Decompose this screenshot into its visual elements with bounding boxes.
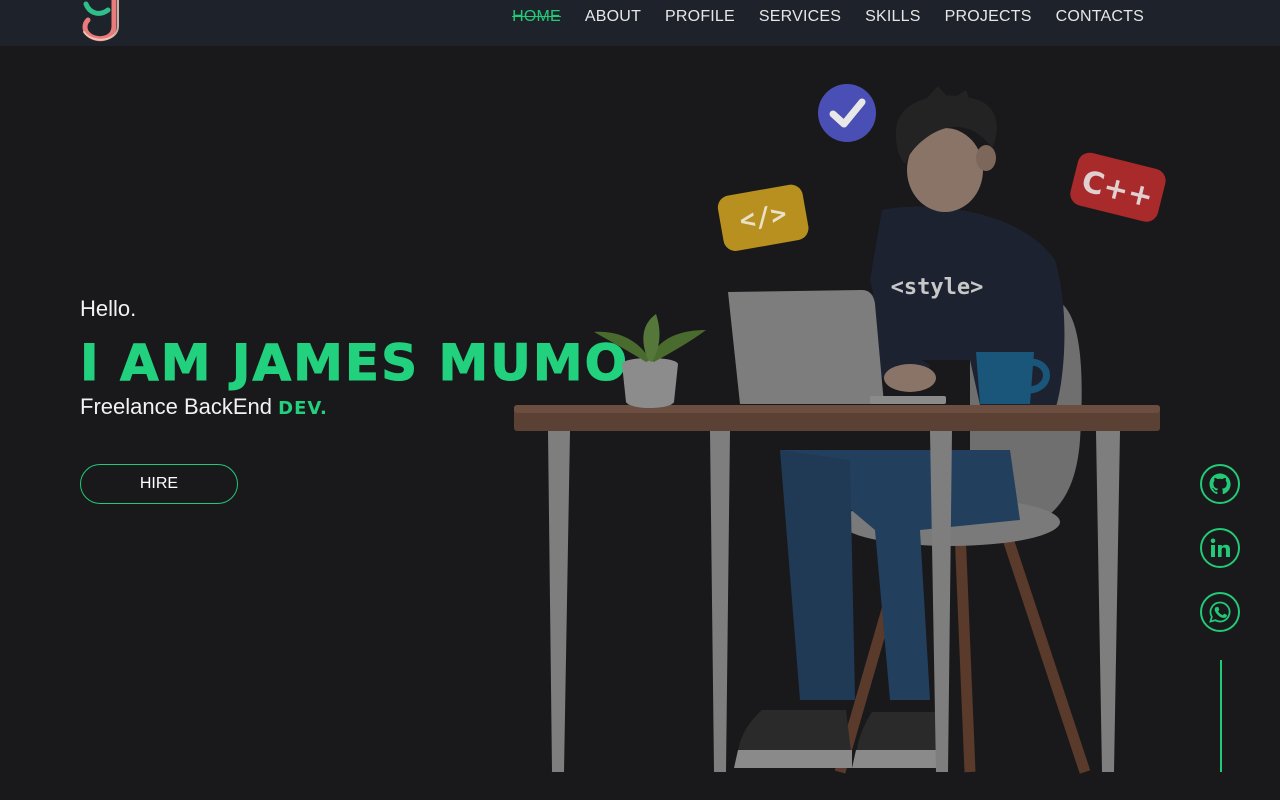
- main-nav: HOME ABOUT PROFILE SERVICES SKILLS PROJE…: [512, 0, 1144, 34]
- hire-button[interactable]: HIRE: [80, 464, 238, 504]
- nav-contacts[interactable]: CONTACTS: [1056, 8, 1144, 26]
- linkedin-link[interactable]: [1200, 528, 1240, 568]
- logo-icon[interactable]: [78, 0, 130, 46]
- nav-about[interactable]: ABOUT: [585, 8, 641, 26]
- hero-tagline: Freelance BackEnd DEV.: [80, 394, 328, 420]
- github-link[interactable]: [1200, 464, 1240, 504]
- cpp-badge-icon: C++: [1070, 152, 1166, 222]
- github-icon: [1209, 473, 1231, 495]
- hero-tagline-text: Freelance BackEnd: [80, 394, 272, 419]
- nav-profile[interactable]: PROFILE: [665, 8, 735, 26]
- nav-services[interactable]: SERVICES: [759, 8, 841, 26]
- linkedin-icon: [1210, 538, 1230, 557]
- social-divider-line: [1220, 660, 1222, 772]
- whatsapp-icon: [1209, 601, 1231, 623]
- navbar: HOME ABOUT PROFILE SERVICES SKILLS PROJE…: [0, 0, 1280, 46]
- nav-home[interactable]: HOME: [512, 8, 561, 26]
- developer-illustration: </> C++ <style>: [514, 84, 1166, 774]
- code-badge-icon: </>: [717, 184, 809, 251]
- hero-greeting: Hello.: [80, 296, 137, 321]
- nav-projects[interactable]: PROJECTS: [945, 8, 1032, 26]
- svg-text:<style>: <style>: [891, 275, 984, 300]
- hero-role: DEV.: [278, 398, 328, 419]
- check-badge-icon: [818, 84, 876, 142]
- nav-skills[interactable]: SKILLS: [865, 8, 920, 26]
- whatsapp-link[interactable]: [1200, 592, 1240, 632]
